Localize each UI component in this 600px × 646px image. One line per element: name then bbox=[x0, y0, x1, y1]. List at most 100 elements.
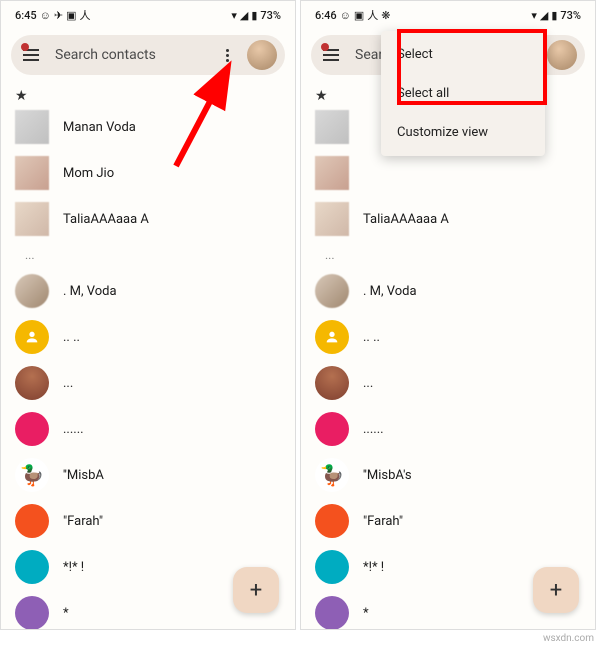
notification-icon: ❋ bbox=[381, 9, 390, 22]
contact-avatar bbox=[15, 550, 49, 584]
wifi-icon: ▾ bbox=[531, 9, 537, 22]
contact-row[interactable]: Manan Voda bbox=[11, 104, 285, 150]
contact-avatar bbox=[315, 596, 349, 630]
signal-icon: ◢ bbox=[540, 9, 548, 22]
contact-avatar bbox=[315, 550, 349, 584]
contact-avatar bbox=[315, 366, 349, 400]
search-bar[interactable]: Search contacts bbox=[11, 35, 285, 75]
contact-name: *!* ! bbox=[63, 560, 84, 575]
contact-avatar bbox=[315, 202, 349, 236]
add-contact-fab[interactable]: + bbox=[233, 567, 279, 613]
whatsapp-icon: ☺ bbox=[340, 9, 351, 22]
plus-icon: + bbox=[550, 578, 562, 603]
contact-row[interactable]: . M, Voda bbox=[311, 268, 585, 314]
contact-name: .. .. bbox=[63, 330, 80, 345]
section-break: ... bbox=[311, 242, 585, 268]
contact-row[interactable]: 🦆''MisbA bbox=[11, 452, 285, 498]
menu-item-customize[interactable]: Customize view bbox=[381, 113, 545, 152]
menu-item-select[interactable]: Select bbox=[381, 35, 545, 74]
overflow-menu: Select Select all Customize view bbox=[381, 31, 545, 156]
contact-avatar bbox=[15, 504, 49, 538]
contact-avatar bbox=[15, 366, 49, 400]
contact-name: "Farah" bbox=[63, 514, 103, 529]
contact-row[interactable]: .. .. bbox=[11, 314, 285, 360]
contact-row[interactable]: Mom Jio bbox=[11, 150, 285, 196]
contact-row[interactable]: "Farah" bbox=[11, 498, 285, 544]
contact-name: * bbox=[363, 606, 369, 621]
contact-avatar bbox=[315, 110, 349, 144]
contact-row[interactable]: ...... bbox=[11, 406, 285, 452]
plus-icon: + bbox=[250, 578, 262, 603]
contact-name: ... bbox=[63, 376, 73, 391]
status-bar: 6:46 ☺ ▣ 人 ❋ ▾ ◢ ▮ 73% bbox=[301, 1, 595, 27]
status-time: 6:46 bbox=[315, 9, 337, 22]
contact-avatar bbox=[15, 110, 49, 144]
contact-avatar bbox=[315, 412, 349, 446]
signal-icon: ◢ bbox=[240, 9, 248, 22]
battery-percent: 73% bbox=[260, 9, 281, 22]
profile-avatar[interactable] bbox=[547, 40, 577, 70]
battery-icon: ▮ bbox=[551, 9, 557, 22]
contact-name: "Farah" bbox=[363, 514, 403, 529]
contact-avatar bbox=[15, 274, 49, 308]
phone-screenshot-left: 6:45 ☺ ✈ ▣ 人 ▾ ◢ ▮ 73% Search contacts ★… bbox=[0, 0, 296, 630]
battery-icon: ▮ bbox=[251, 9, 257, 22]
contact-row[interactable]: TaliaAAAaaa A bbox=[11, 196, 285, 242]
contact-name: Mom Jio bbox=[63, 166, 114, 181]
contact-name: TaliaAAAaaa A bbox=[363, 212, 449, 227]
notification-icon: ▣ bbox=[354, 9, 364, 22]
menu-item-select-all[interactable]: Select all bbox=[381, 74, 545, 113]
contact-row[interactable]: ... bbox=[11, 360, 285, 406]
contact-avatar: 🦆 bbox=[315, 458, 349, 492]
contact-avatar bbox=[315, 274, 349, 308]
watermark: wsxdn.com bbox=[543, 633, 594, 644]
contact-avatar bbox=[315, 320, 349, 354]
contacts-list: Manan Voda Mom Jio TaliaAAAaaa A ... . M… bbox=[1, 104, 295, 630]
contact-row[interactable]: ...... bbox=[311, 406, 585, 452]
contact-avatar bbox=[15, 202, 49, 236]
contact-avatar bbox=[15, 320, 49, 354]
starred-section: ★ bbox=[1, 83, 295, 104]
contact-row[interactable]: 🦆''MisbA's bbox=[311, 452, 585, 498]
wifi-icon: ▾ bbox=[231, 9, 237, 22]
contact-name: TaliaAAAaaa A bbox=[63, 212, 149, 227]
contact-row[interactable]: .. .. bbox=[311, 314, 585, 360]
battery-percent: 73% bbox=[560, 9, 581, 22]
search-placeholder[interactable]: Search contacts bbox=[55, 47, 217, 63]
contact-name: ''MisbA bbox=[63, 468, 104, 483]
telegram-icon: ✈ bbox=[54, 9, 63, 22]
star-icon: ★ bbox=[315, 88, 328, 104]
contact-avatar bbox=[15, 596, 49, 630]
contact-row[interactable]: ... bbox=[311, 360, 585, 406]
contact-name: Manan Voda bbox=[63, 120, 136, 135]
notification-icon: ▣ bbox=[66, 9, 76, 22]
contact-avatar bbox=[15, 156, 49, 190]
contact-name: ...... bbox=[363, 422, 384, 437]
hamburger-menu-icon[interactable] bbox=[23, 45, 43, 65]
notification-icon: 人 bbox=[80, 7, 91, 23]
section-break: ... bbox=[11, 242, 285, 268]
contact-name: . M, Voda bbox=[363, 284, 417, 299]
contact-row[interactable] bbox=[311, 150, 585, 196]
contact-avatar bbox=[15, 412, 49, 446]
phone-screenshot-right: 6:46 ☺ ▣ 人 ❋ ▾ ◢ ▮ 73% Search c Select S… bbox=[300, 0, 596, 630]
contact-name: ...... bbox=[63, 422, 84, 437]
profile-avatar[interactable] bbox=[247, 40, 277, 70]
contact-name: . M, Voda bbox=[63, 284, 117, 299]
contact-avatar bbox=[315, 504, 349, 538]
contacts-list: TaliaAAAaaa A ... . M, Voda .. .. ... ..… bbox=[301, 104, 595, 630]
contact-name: * bbox=[63, 606, 69, 621]
notification-icon: 人 bbox=[367, 7, 378, 23]
add-contact-fab[interactable]: + bbox=[533, 567, 579, 613]
status-bar: 6:45 ☺ ✈ ▣ 人 ▾ ◢ ▮ 73% bbox=[1, 1, 295, 27]
contact-name: .. .. bbox=[363, 330, 380, 345]
contact-row[interactable]: TaliaAAAaaa A bbox=[311, 196, 585, 242]
contact-row[interactable]: . M, Voda bbox=[11, 268, 285, 314]
more-options-icon[interactable] bbox=[217, 45, 237, 65]
contact-name: ... bbox=[363, 376, 373, 391]
whatsapp-icon: ☺ bbox=[40, 9, 51, 22]
contact-name: *!* ! bbox=[363, 560, 384, 575]
contact-row[interactable]: "Farah" bbox=[311, 498, 585, 544]
hamburger-menu-icon[interactable] bbox=[323, 45, 343, 65]
status-time: 6:45 bbox=[15, 9, 37, 22]
